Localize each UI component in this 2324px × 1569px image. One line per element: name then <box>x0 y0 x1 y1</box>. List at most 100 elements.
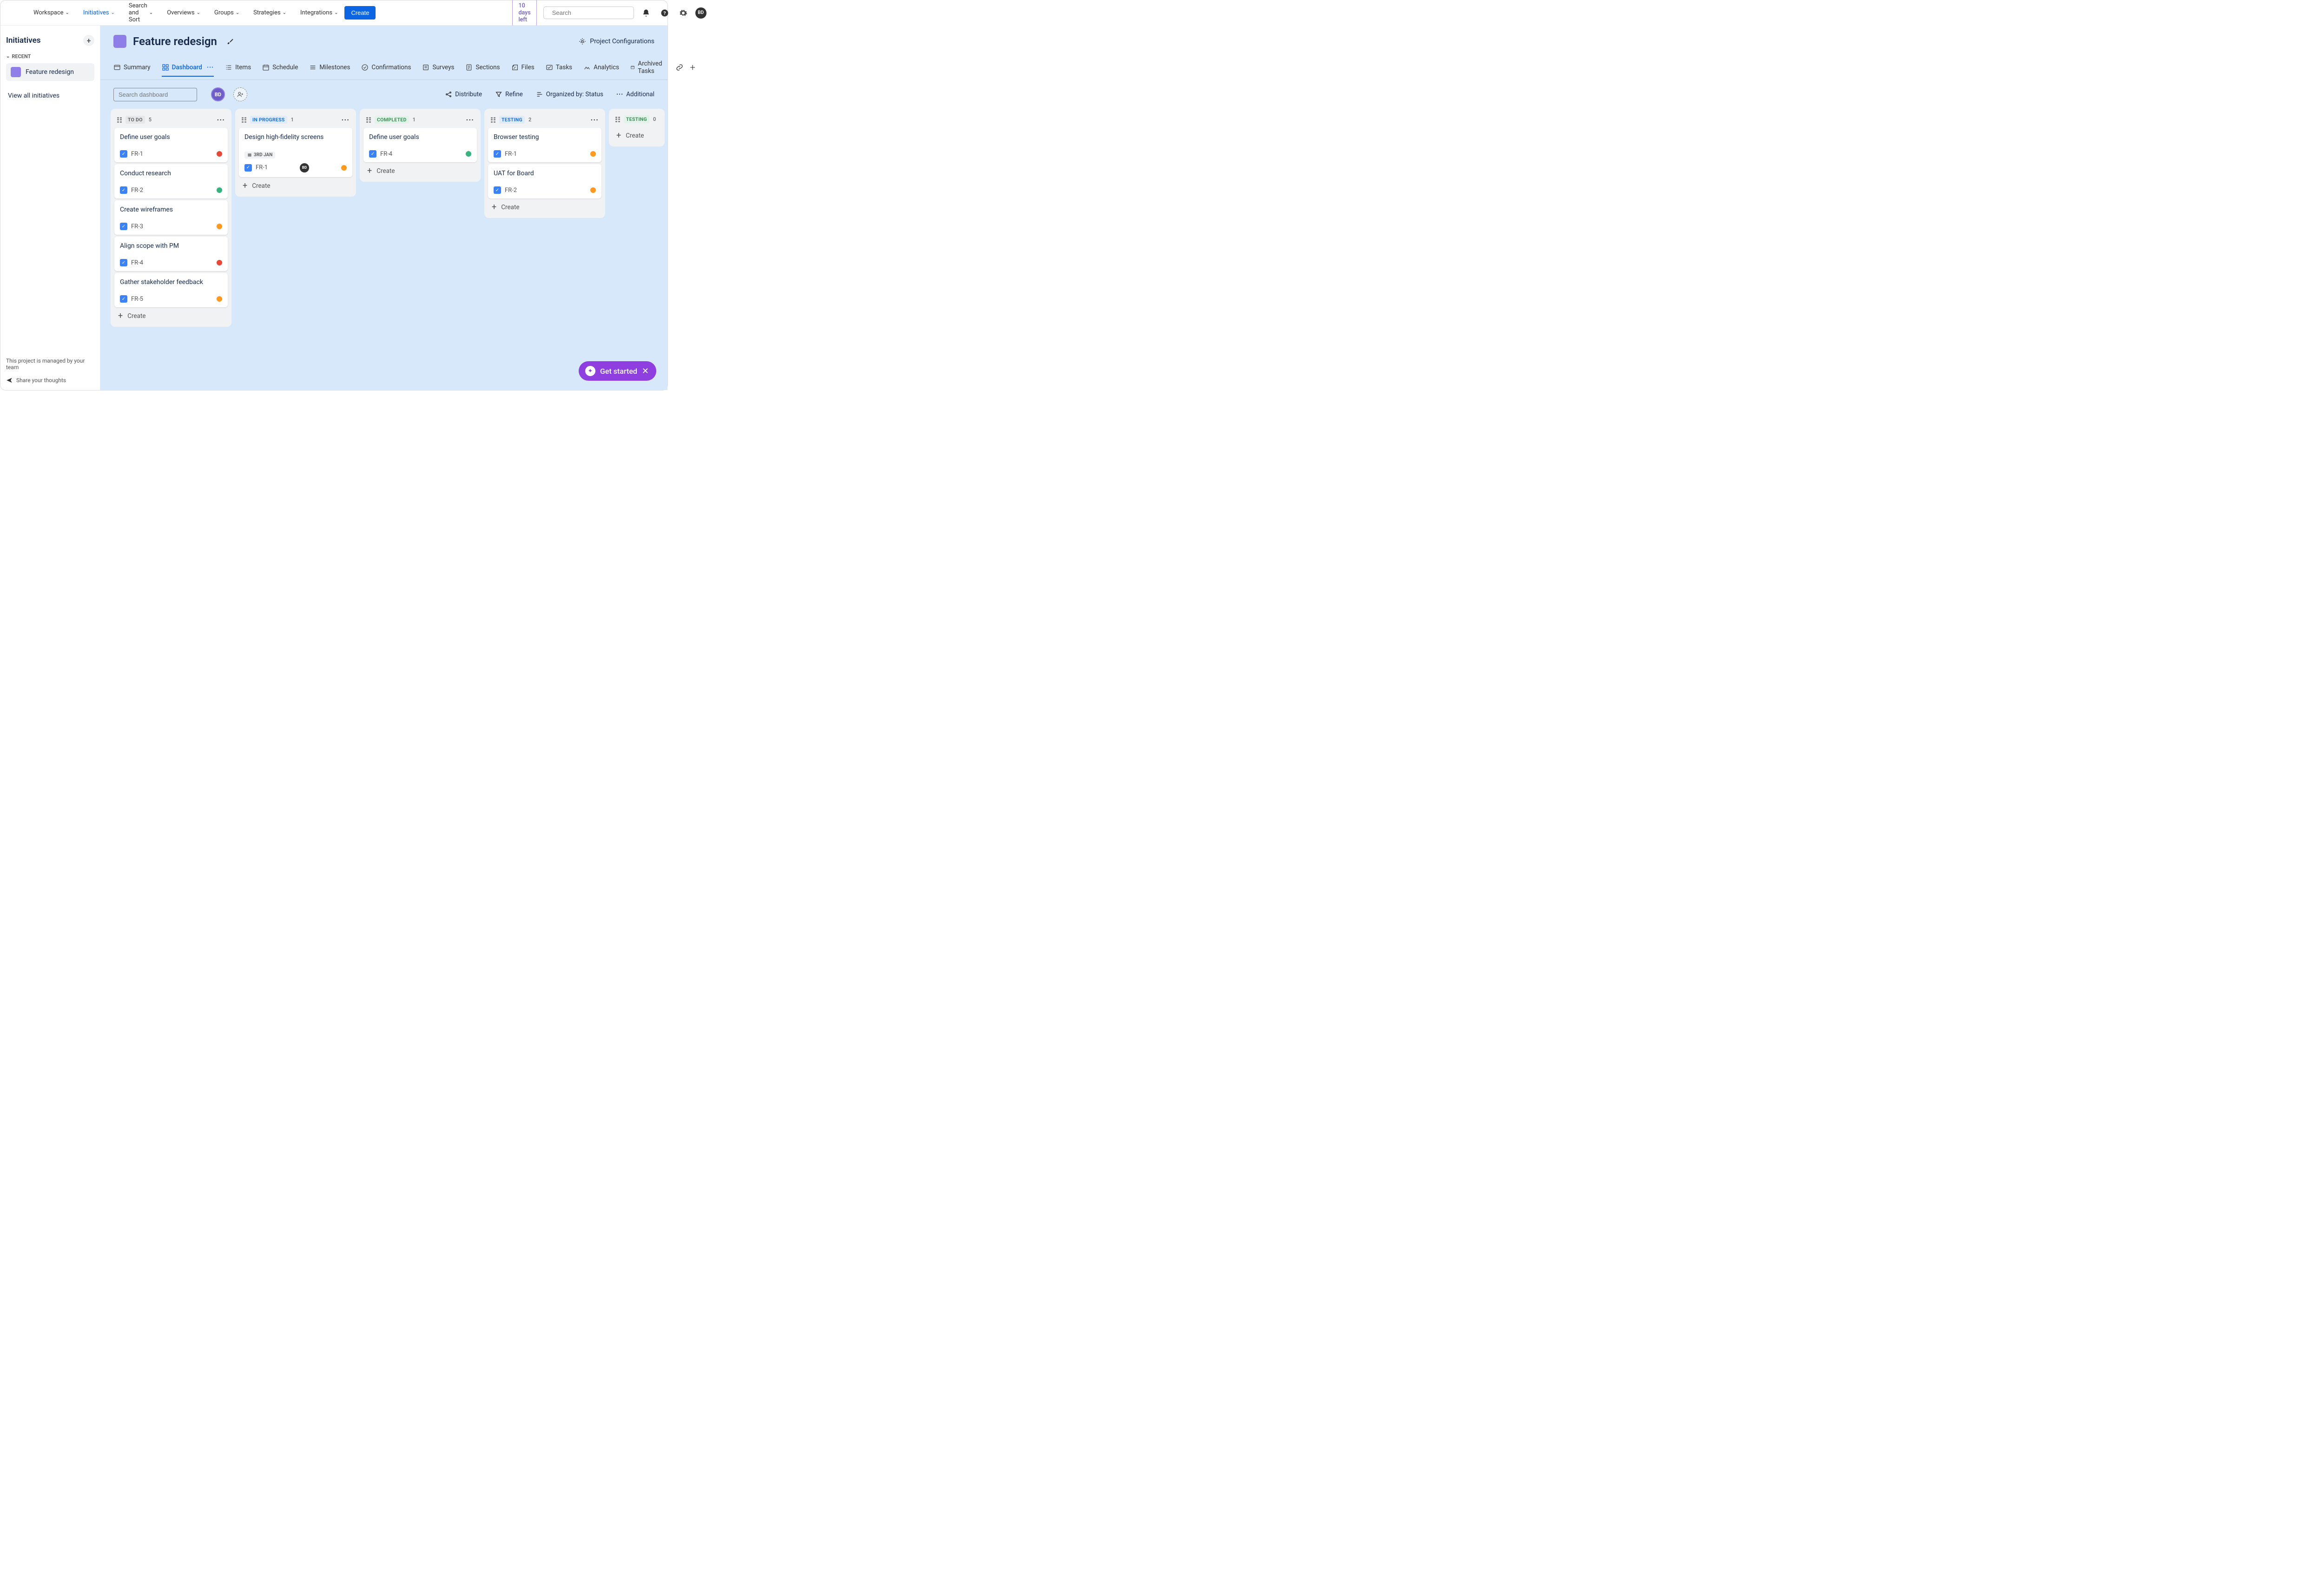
chevron-down-icon: ⌄ <box>334 10 338 15</box>
column-header[interactable]: TESTING 2 ··· <box>486 111 603 128</box>
create-card-button[interactable]: +Create <box>486 199 603 216</box>
tab-summary[interactable]: Summary <box>113 59 151 76</box>
link-icon[interactable] <box>676 64 683 71</box>
column-header[interactable]: IN PROGRESS 1 ··· <box>237 111 354 128</box>
tab-archived-tasks[interactable]: Archived Tasks <box>630 55 665 79</box>
drag-handle-icon[interactable] <box>117 117 122 123</box>
notifications-icon[interactable] <box>640 7 653 20</box>
assignee-avatar[interactable]: BD <box>300 163 309 172</box>
card[interactable]: Create wireframes ✓ FR-3 <box>114 200 228 235</box>
appearance-icon[interactable] <box>226 38 234 45</box>
priority-dot <box>217 296 222 302</box>
tab-icon <box>309 64 317 71</box>
create-card-button[interactable]: +Create <box>112 307 230 325</box>
tab-more-icon[interactable]: ··· <box>207 64 214 71</box>
project-color-swatch <box>11 67 21 77</box>
card[interactable]: Define user goals ✓ FR-1 <box>114 128 228 162</box>
card[interactable]: Align scope with PM ✓ FR-4 <box>114 237 228 271</box>
chevron-down-icon: ⌄ <box>66 10 69 15</box>
tab-sections[interactable]: Sections <box>465 59 500 76</box>
share-icon <box>445 91 452 98</box>
create-card-button[interactable]: +Create <box>362 162 479 180</box>
sidebar-item-feature-redesign[interactable]: Feature redesign <box>6 63 94 81</box>
column-more-icon[interactable]: ··· <box>466 115 474 124</box>
get-started-pill[interactable]: ✦ Get started ✕ <box>579 361 656 381</box>
drag-handle-icon[interactable] <box>242 117 246 123</box>
tab-label: Analytics <box>594 64 619 71</box>
trial-days-left[interactable]: 10 days left <box>512 0 536 26</box>
card[interactable]: Conduct research ✓ FR-2 <box>114 164 228 199</box>
nav-menu-label: Search and Sort <box>129 2 147 23</box>
tab-confirmations[interactable]: Confirmations <box>361 59 411 76</box>
board-member-avatar[interactable]: BD <box>211 87 225 101</box>
card[interactable]: Define user goals ✓ FR-4 <box>363 128 477 162</box>
nav-menu-overviews[interactable]: Overviews⌄ <box>167 9 200 16</box>
tab-label: Milestones <box>319 64 350 71</box>
recent-toggle[interactable]: ⌄ RECENT <box>6 53 94 60</box>
add-people-button[interactable] <box>233 87 247 101</box>
nav-menu-workspace[interactable]: Workspace⌄ <box>33 9 69 16</box>
additional-menu[interactable]: ··· Additional <box>616 91 654 98</box>
app-switcher-icon[interactable] <box>11 8 12 18</box>
global-search-input[interactable] <box>552 9 634 16</box>
tab-files[interactable]: Files <box>511 59 535 76</box>
column-more-icon[interactable]: ··· <box>591 115 599 124</box>
create-card-button[interactable]: +Create <box>611 127 663 145</box>
card-title: Align scope with PM <box>120 242 222 250</box>
distribute-label: Distribute <box>455 91 482 98</box>
create-card-button[interactable]: +Create <box>237 177 354 195</box>
organized-by-control[interactable]: Organized by: Status <box>536 91 603 98</box>
tab-icon <box>465 64 473 71</box>
distribute-control[interactable]: Distribute <box>445 91 482 98</box>
column-more-icon[interactable]: ··· <box>217 115 225 124</box>
column-status-pill: COMPLETED <box>375 116 409 124</box>
nav-menu-strategies[interactable]: Strategies⌄ <box>253 9 286 16</box>
nav-menu-groups[interactable]: Groups⌄ <box>214 9 239 16</box>
add-initiative-button[interactable]: + <box>83 35 94 46</box>
nav-menu-initiatives[interactable]: Initiatives⌄ <box>83 9 115 16</box>
nav-menu-label: Strategies <box>253 9 280 16</box>
board-search-input[interactable] <box>119 91 200 98</box>
refine-control[interactable]: Refine <box>495 91 523 98</box>
send-icon <box>6 377 13 384</box>
main: Feature redesign Project Configurations … <box>100 26 667 390</box>
create-button[interactable]: Create <box>344 6 376 20</box>
filter-icon <box>495 91 502 98</box>
chevron-down-icon: ⌄ <box>197 10 200 15</box>
task-key: FR-2 <box>131 187 143 194</box>
column-more-icon[interactable]: ··· <box>342 115 350 124</box>
column-header[interactable]: TO DO 5 ··· <box>112 111 230 128</box>
plus-icon: + <box>616 132 621 140</box>
tab-tasks[interactable]: Tasks <box>546 59 572 76</box>
card[interactable]: UAT for Board ✓ FR-2 <box>488 164 601 199</box>
board-search[interactable] <box>113 88 197 101</box>
settings-icon[interactable] <box>677 7 690 20</box>
nav-menu-integrations[interactable]: Integrations⌄ <box>300 9 338 16</box>
share-thoughts-label: Share your thoughts <box>16 377 66 384</box>
drag-handle-icon[interactable] <box>491 117 495 123</box>
sidebar-title: Initiatives <box>6 36 40 45</box>
card[interactable]: Browser testing ✓ FR-1 <box>488 128 601 162</box>
column-header[interactable]: COMPLETED 1 ··· <box>362 111 479 128</box>
drag-handle-icon[interactable] <box>366 117 371 123</box>
close-icon[interactable]: ✕ <box>642 366 649 376</box>
user-avatar[interactable]: BD <box>695 7 706 19</box>
drag-handle-icon[interactable] <box>615 117 620 122</box>
column-status-pill: TO DO <box>125 116 145 124</box>
view-all-initiatives[interactable]: View all initiatives <box>6 92 94 99</box>
tab-dashboard[interactable]: Dashboard··· <box>162 59 214 77</box>
help-icon[interactable]: ? <box>658 7 671 20</box>
tab-surveys[interactable]: Surveys <box>422 59 454 76</box>
card[interactable]: Gather stakeholder feedback ✓ FR-5 <box>114 273 228 307</box>
tab-schedule[interactable]: Schedule <box>262 59 298 76</box>
global-search[interactable] <box>543 7 634 19</box>
tab-milestones[interactable]: Milestones <box>309 59 350 76</box>
share-thoughts[interactable]: Share your thoughts <box>6 377 94 384</box>
add-tab-icon[interactable]: + <box>690 62 695 73</box>
column-header[interactable]: TESTING 0 <box>611 111 663 127</box>
project-configurations[interactable]: Project Configurations <box>579 38 654 45</box>
tab-items[interactable]: Items <box>225 59 251 76</box>
tab-analytics[interactable]: Analytics <box>583 59 619 76</box>
nav-menu-search-and-sort[interactable]: Search and Sort⌄ <box>129 2 153 23</box>
card[interactable]: Design high-fidelity screens 3RD JAN ✓ F… <box>239 128 352 177</box>
